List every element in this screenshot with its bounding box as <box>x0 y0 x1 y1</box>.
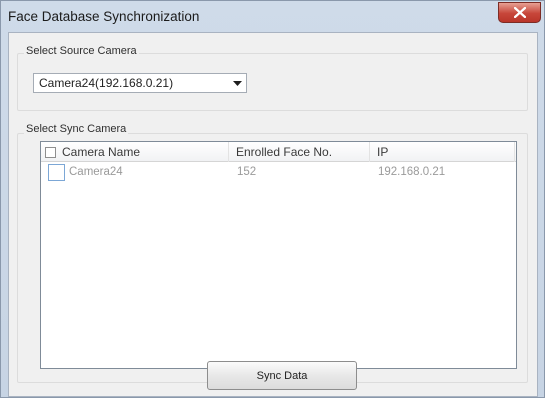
camera-name-cell: Camera24 <box>69 166 123 178</box>
dialog-body: Select Source Camera Camera24(192.168.0.… <box>8 32 538 397</box>
ip-cell: 192.168.0.21 <box>378 166 446 178</box>
title-bar[interactable]: Face Database Synchronization <box>1 1 544 32</box>
column-header-enrolled-face[interactable]: Enrolled Face No. <box>229 142 370 162</box>
sync-camera-label: Select Sync Camera <box>24 123 129 135</box>
column-label: IP <box>377 145 389 159</box>
select-all-checkbox[interactable] <box>45 146 56 158</box>
column-label: Enrolled Face No. <box>236 145 333 159</box>
dialog-window: Face Database Synchronization Select Sou… <box>0 0 545 398</box>
list-header: Camera Name Enrolled Face No. IP <box>41 142 516 162</box>
source-camera-value: Camera24(192.168.0.21) <box>39 76 174 90</box>
source-camera-dropdown[interactable]: Camera24(192.168.0.21) <box>33 73 247 93</box>
column-header-camera-name[interactable]: Camera Name <box>41 142 229 162</box>
window-title: Face Database Synchronization <box>8 9 200 24</box>
enrolled-face-cell: 152 <box>237 166 257 178</box>
row-checkbox[interactable] <box>48 164 65 181</box>
close-icon <box>513 7 526 18</box>
sync-data-button[interactable]: Sync Data <box>207 361 357 390</box>
sync-camera-list[interactable]: Camera Name Enrolled Face No. IP Camera2… <box>40 141 517 369</box>
column-label: Camera Name <box>62 145 141 159</box>
chevron-down-icon[interactable] <box>228 74 246 92</box>
column-header-ip[interactable]: IP <box>370 142 515 162</box>
source-camera-label: Select Source Camera <box>24 45 139 57</box>
close-button[interactable] <box>498 2 541 23</box>
table-row[interactable]: Camera24 152 192.168.0.21 <box>41 163 516 181</box>
